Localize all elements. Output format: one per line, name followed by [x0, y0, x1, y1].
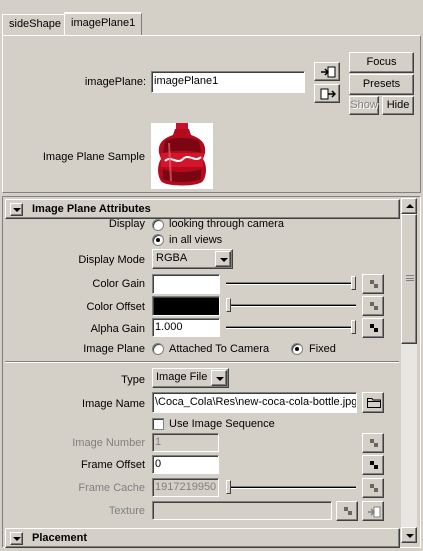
sample-label: Image Plane Sample [42, 151, 145, 163]
hide-button[interactable]: Hide [382, 96, 414, 115]
checker-icon [370, 484, 378, 492]
checker-icon [344, 507, 352, 515]
texture-field[interactable] [152, 501, 332, 520]
type-value: Image File [156, 371, 208, 383]
section-title: Placement [32, 532, 88, 544]
frame-cache-map-button[interactable] [362, 478, 384, 498]
browse-folder-button[interactable] [362, 392, 384, 413]
slider-track [226, 486, 356, 489]
scroll-down-icon[interactable] [401, 527, 417, 543]
slider-track [226, 304, 356, 307]
display-radio-in-all-views[interactable] [152, 234, 164, 246]
frame-offset-map-button[interactable] [362, 455, 384, 475]
color-offset-swatch[interactable] [152, 296, 220, 316]
slider-thumb[interactable] [226, 298, 231, 312]
collapse-arrow-icon[interactable] [10, 532, 23, 545]
tab-sideshape[interactable]: sideShape [2, 14, 68, 35]
tab-bar: sideShape imagePlane1 [0, 0, 423, 40]
image-number-field[interactable]: 1 [152, 433, 219, 452]
display-option-label: looking through camera [169, 218, 284, 230]
chevron-down-icon [211, 370, 227, 386]
color-gain-map-button[interactable] [362, 274, 384, 294]
slider-thumb[interactable] [226, 480, 231, 494]
slider-track [226, 282, 356, 285]
display-radio-looking-through-camera[interactable] [152, 219, 164, 231]
input-connections-button[interactable] [314, 62, 340, 81]
input-connection-icon [368, 506, 381, 518]
texture-connection-button[interactable] [362, 501, 384, 521]
divider [5, 361, 399, 363]
slider-thumb[interactable] [351, 276, 356, 290]
alpha-gain-field[interactable]: 1.000 [152, 318, 220, 337]
alpha-gain-map-button[interactable] [362, 318, 384, 338]
presets-button[interactable]: Presets [349, 74, 414, 95]
image-plane-option-label: Attached To Camera [169, 343, 270, 355]
use-image-sequence-checkbox[interactable] [152, 418, 164, 430]
checker-icon [370, 439, 378, 447]
alpha-gain-slider[interactable] [226, 318, 356, 337]
texture-map-button[interactable] [336, 501, 358, 521]
chevron-down-icon [215, 251, 231, 267]
color-gain-label: Color Gain [92, 278, 145, 290]
frame-offset-label: Frame Offset [81, 459, 145, 471]
display-mode-label: Display Mode [78, 254, 145, 266]
image-plane-sample [151, 123, 213, 189]
use-image-sequence-label: Use Image Sequence [169, 418, 275, 430]
output-connection-icon [320, 88, 336, 100]
image-name-label: Image Name [82, 398, 145, 410]
tab-imageplane1[interactable]: imagePlane1 [64, 12, 143, 36]
type-dropdown[interactable]: Image File [152, 368, 229, 388]
image-name-field[interactable]: \Coca_Cola\Res\new-coca-cola-bottle.jpg [152, 392, 357, 413]
node-name-field[interactable]: imagePlane1 [151, 71, 305, 93]
image-number-map-button[interactable] [362, 433, 384, 453]
image-number-label: Image Number [72, 437, 145, 449]
slider-track [226, 326, 356, 329]
collapse-arrow-icon[interactable] [10, 203, 23, 216]
input-connection-icon [321, 66, 336, 78]
folder-icon [367, 398, 381, 408]
type-label: Type [121, 374, 145, 386]
color-offset-slider[interactable] [226, 296, 356, 315]
alpha-gain-label: Alpha Gain [90, 323, 145, 335]
node-name-label: imagePlane: [84, 76, 146, 88]
scroll-up-icon[interactable] [401, 198, 417, 214]
checker-icon [370, 302, 378, 310]
checker-icon [370, 324, 378, 332]
grip-icon [406, 275, 414, 281]
display-mode-dropdown[interactable]: RGBA [152, 249, 233, 269]
texture-label: Texture [108, 505, 145, 517]
image-plane-radio-fixed[interactable] [291, 343, 303, 355]
section-title: Image Plane Attributes [32, 203, 151, 215]
frame-offset-field[interactable]: 0 [152, 455, 219, 474]
image-plane-radio-attached[interactable] [152, 343, 164, 355]
focus-button[interactable]: Focus [349, 52, 414, 73]
image-plane-label: Image Plane [83, 343, 145, 355]
display-mode-value: RGBA [156, 252, 188, 264]
color-offset-map-button[interactable] [362, 296, 384, 316]
display-option-label: in all views [169, 234, 223, 246]
image-plane-attributes-header[interactable]: Image Plane Attributes [5, 199, 400, 219]
show-button[interactable]: Show [349, 96, 379, 115]
cola-bottle-icon [158, 123, 206, 186]
slider-thumb[interactable] [351, 320, 356, 334]
scroll-thumb[interactable] [401, 214, 417, 344]
placement-header[interactable]: Placement [5, 528, 400, 548]
display-label: Display [108, 218, 145, 230]
frame-cache-slider[interactable] [226, 478, 356, 497]
color-offset-label: Color Offset [86, 301, 146, 313]
output-connections-button[interactable] [314, 84, 340, 103]
checker-icon [370, 461, 378, 469]
image-plane-option-label: Fixed [309, 343, 336, 355]
checker-icon [370, 280, 378, 288]
vertical-scrollbar[interactable] [401, 198, 417, 543]
frame-cache-field[interactable]: 1917219950 [152, 478, 219, 497]
color-gain-swatch[interactable] [152, 274, 220, 294]
frame-cache-label: Frame Cache [78, 482, 145, 494]
color-gain-slider[interactable] [226, 274, 356, 293]
